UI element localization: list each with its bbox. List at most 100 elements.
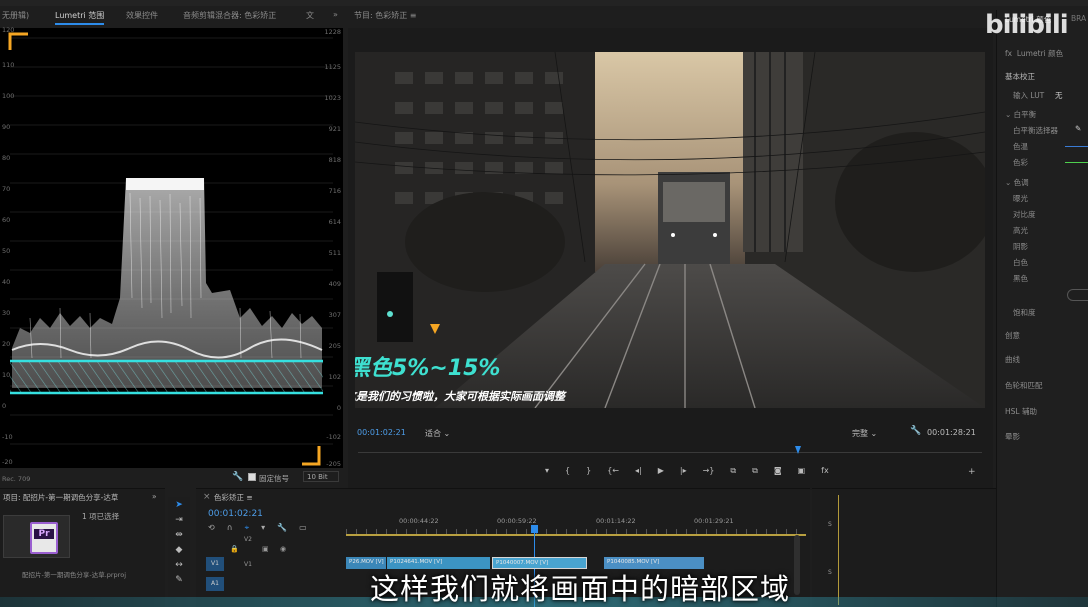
shadows-label[interactable]: 阴影 [1013,241,1028,252]
wrench-icon[interactable]: 🔧 [232,472,243,482]
solo-label-1[interactable]: S [828,521,832,528]
project-file-name[interactable]: 配招片-第一期调色分享-达草.prproj [22,569,150,579]
source-patch-v1[interactable]: V1 [206,557,224,571]
scope-left-tick-4: 80 [2,154,11,162]
highlights-label[interactable]: 高光 [1013,225,1028,236]
section-vignette[interactable]: 晕影 [1005,431,1020,442]
lift-icon[interactable]: ⧉ [730,466,736,480]
audio-meter-panel: S S [812,488,996,607]
scope-left-tick-6: 60 [2,216,11,224]
ripple-edit-icon[interactable]: ⇹ [175,530,183,540]
section-color-wheels[interactable]: 色轮和匹配 [1005,380,1043,391]
timeline-playhead[interactable] [531,525,538,533]
track-label-v1-inner[interactable]: V1 [244,561,252,568]
program-monitor-title[interactable]: 节目: 色彩矫正 ≡ [354,10,417,21]
solo-label-2[interactable]: S [828,569,832,576]
snap-icon[interactable]: ⟲ [208,523,215,533]
program-video-frame[interactable]: 黑色5%~15% 这是我们的习惯啦，大家可根据实际画面调整 [355,52,985,408]
saturation-label[interactable]: 饱和度 [1013,307,1036,318]
tab-lumetri-scopes[interactable]: Lumetri 范围 [55,10,105,25]
scope-left-tick-3: 90 [2,123,11,131]
quality-select[interactable]: 完整 ⌄ [852,428,877,439]
go-to-in-icon[interactable]: {← [607,466,619,480]
lumetri-tab-cut[interactable]: BRA [1071,14,1086,23]
section-creative[interactable]: 创意 [1005,330,1020,341]
project-title[interactable]: 项目: 配招片-第一期调色分享-达草 [3,492,118,503]
white-balance-label[interactable]: ⌄ 白平衡 [1005,109,1036,120]
tab-source[interactable]: 无册辑) [2,10,29,21]
whites-label[interactable]: 白色 [1013,257,1028,268]
work-area-bar[interactable] [346,534,806,536]
scope-right-tick-3: 921 [328,125,341,133]
add-marker-icon[interactable]: ▾ [261,523,265,533]
sequence-tab[interactable]: 色彩矫正 ≡ [214,492,253,503]
scope-right-tick-4: 818 [328,156,341,164]
mark-out-icon[interactable]: } [586,466,591,480]
contrast-label[interactable]: 对比度 [1013,209,1036,220]
selection-tool-icon[interactable]: ➤ [175,500,183,510]
timeline-timecode[interactable]: 00:01:02:21 [208,509,263,519]
tab-audio-clip-mixer[interactable]: 音频剪辑混合器: 色彩矫正 [183,10,276,21]
ruler-tick-2: 00:01:14:22 [596,517,636,525]
temperature-slider[interactable] [1065,146,1088,147]
marker-icon[interactable]: ▾ [545,466,549,480]
bit-depth-select[interactable]: 10 Bit [303,471,339,482]
scope-right-tick-2: 1023 [324,94,341,102]
play-icon[interactable]: ▶ [658,466,664,480]
track-label-v2[interactable]: V2 [244,536,252,543]
project-thumbnail[interactable]: Pr [3,515,70,558]
section-curves[interactable]: 曲线 [1005,354,1020,365]
fx-toggle[interactable]: fx [821,466,829,480]
lock-icon[interactable]: 🔒 [230,545,239,553]
section-hsl[interactable]: HSL 辅助 [1005,406,1037,417]
project-overflow[interactable]: » [152,492,157,501]
track-select-icon[interactable]: ⇥ [175,515,183,525]
wrench-settings-icon[interactable]: 🔧 [910,426,921,436]
program-scrubber[interactable] [358,452,982,458]
scope-left-tick-1: 110 [2,61,15,69]
compare-icon[interactable]: ▣ [798,466,806,480]
waveform-scope: 120 110 100 90 80 70 60 50 40 30 20 10 0… [0,26,343,468]
overlay-subtitle: 这是我们的习惯啦，大家可根据实际画面调整 [355,390,565,403]
eyedropper-icon[interactable]: ✎ [1075,124,1081,133]
tint-slider[interactable] [1065,162,1088,163]
caption-icon[interactable]: ▭ [299,523,307,533]
tab-effect-controls[interactable]: 效果控件 [126,10,158,21]
blacks-label[interactable]: 黑色 [1013,273,1028,284]
extract-icon[interactable]: ⧉ [752,466,758,480]
scope-right-tick-8: 409 [328,280,341,288]
program-timecode[interactable]: 00:01:02:21 [357,428,406,437]
clamp-checkbox[interactable] [248,473,256,481]
step-forward-icon[interactable]: |▸ [680,466,687,480]
tools-panel: ➤ ⇥ ⇹ ◆ ↔ ✎ [168,497,190,607]
input-lut-select[interactable]: 无 [1055,90,1063,101]
camera-icon[interactable]: ◙ [774,466,782,480]
scope-right-tick-5: 716 [328,187,341,195]
timeline-vertical-scrollbar[interactable] [794,535,800,595]
go-to-out-icon[interactable]: →} [703,466,715,480]
lumetri-fx-label: fx Lumetri 颜色 [1005,49,1064,58]
close-sequence-icon[interactable]: × [203,492,211,502]
auto-reset-button[interactable] [1067,289,1088,301]
add-button-icon[interactable]: + [968,467,976,477]
slip-icon[interactable]: ↔ [175,560,183,570]
pen-icon[interactable]: ✎ [175,575,183,585]
razor-icon[interactable]: ◆ [176,545,183,555]
overlay-title: 黑色5%~15% [355,356,501,381]
source-patch-a1[interactable]: A1 [206,577,224,591]
tab-cut[interactable]: 文 [306,10,314,21]
panel-overflow-button[interactable]: » [333,10,338,19]
sync-icon[interactable]: ▣ [262,545,269,553]
eye-icon[interactable]: ◉ [280,545,286,553]
linked-selection-icon[interactable]: ⌖ [245,523,250,533]
fit-select[interactable]: 适合 ⌄ [425,428,450,439]
mark-in-icon[interactable]: { [565,466,570,480]
timeline-settings-icon[interactable]: 🔧 [277,523,287,533]
tone-label[interactable]: ⌄ 色调 [1005,177,1029,188]
step-back-icon[interactable]: ◂| [635,466,642,480]
section-basic-correction[interactable]: 基本校正 [1005,71,1035,82]
exposure-label[interactable]: 曝光 [1013,193,1028,204]
scope-right-tick-7: 511 [328,249,341,257]
link-icon[interactable]: ∩ [227,523,233,533]
scope-right-tick-1: 1125 [324,63,341,71]
